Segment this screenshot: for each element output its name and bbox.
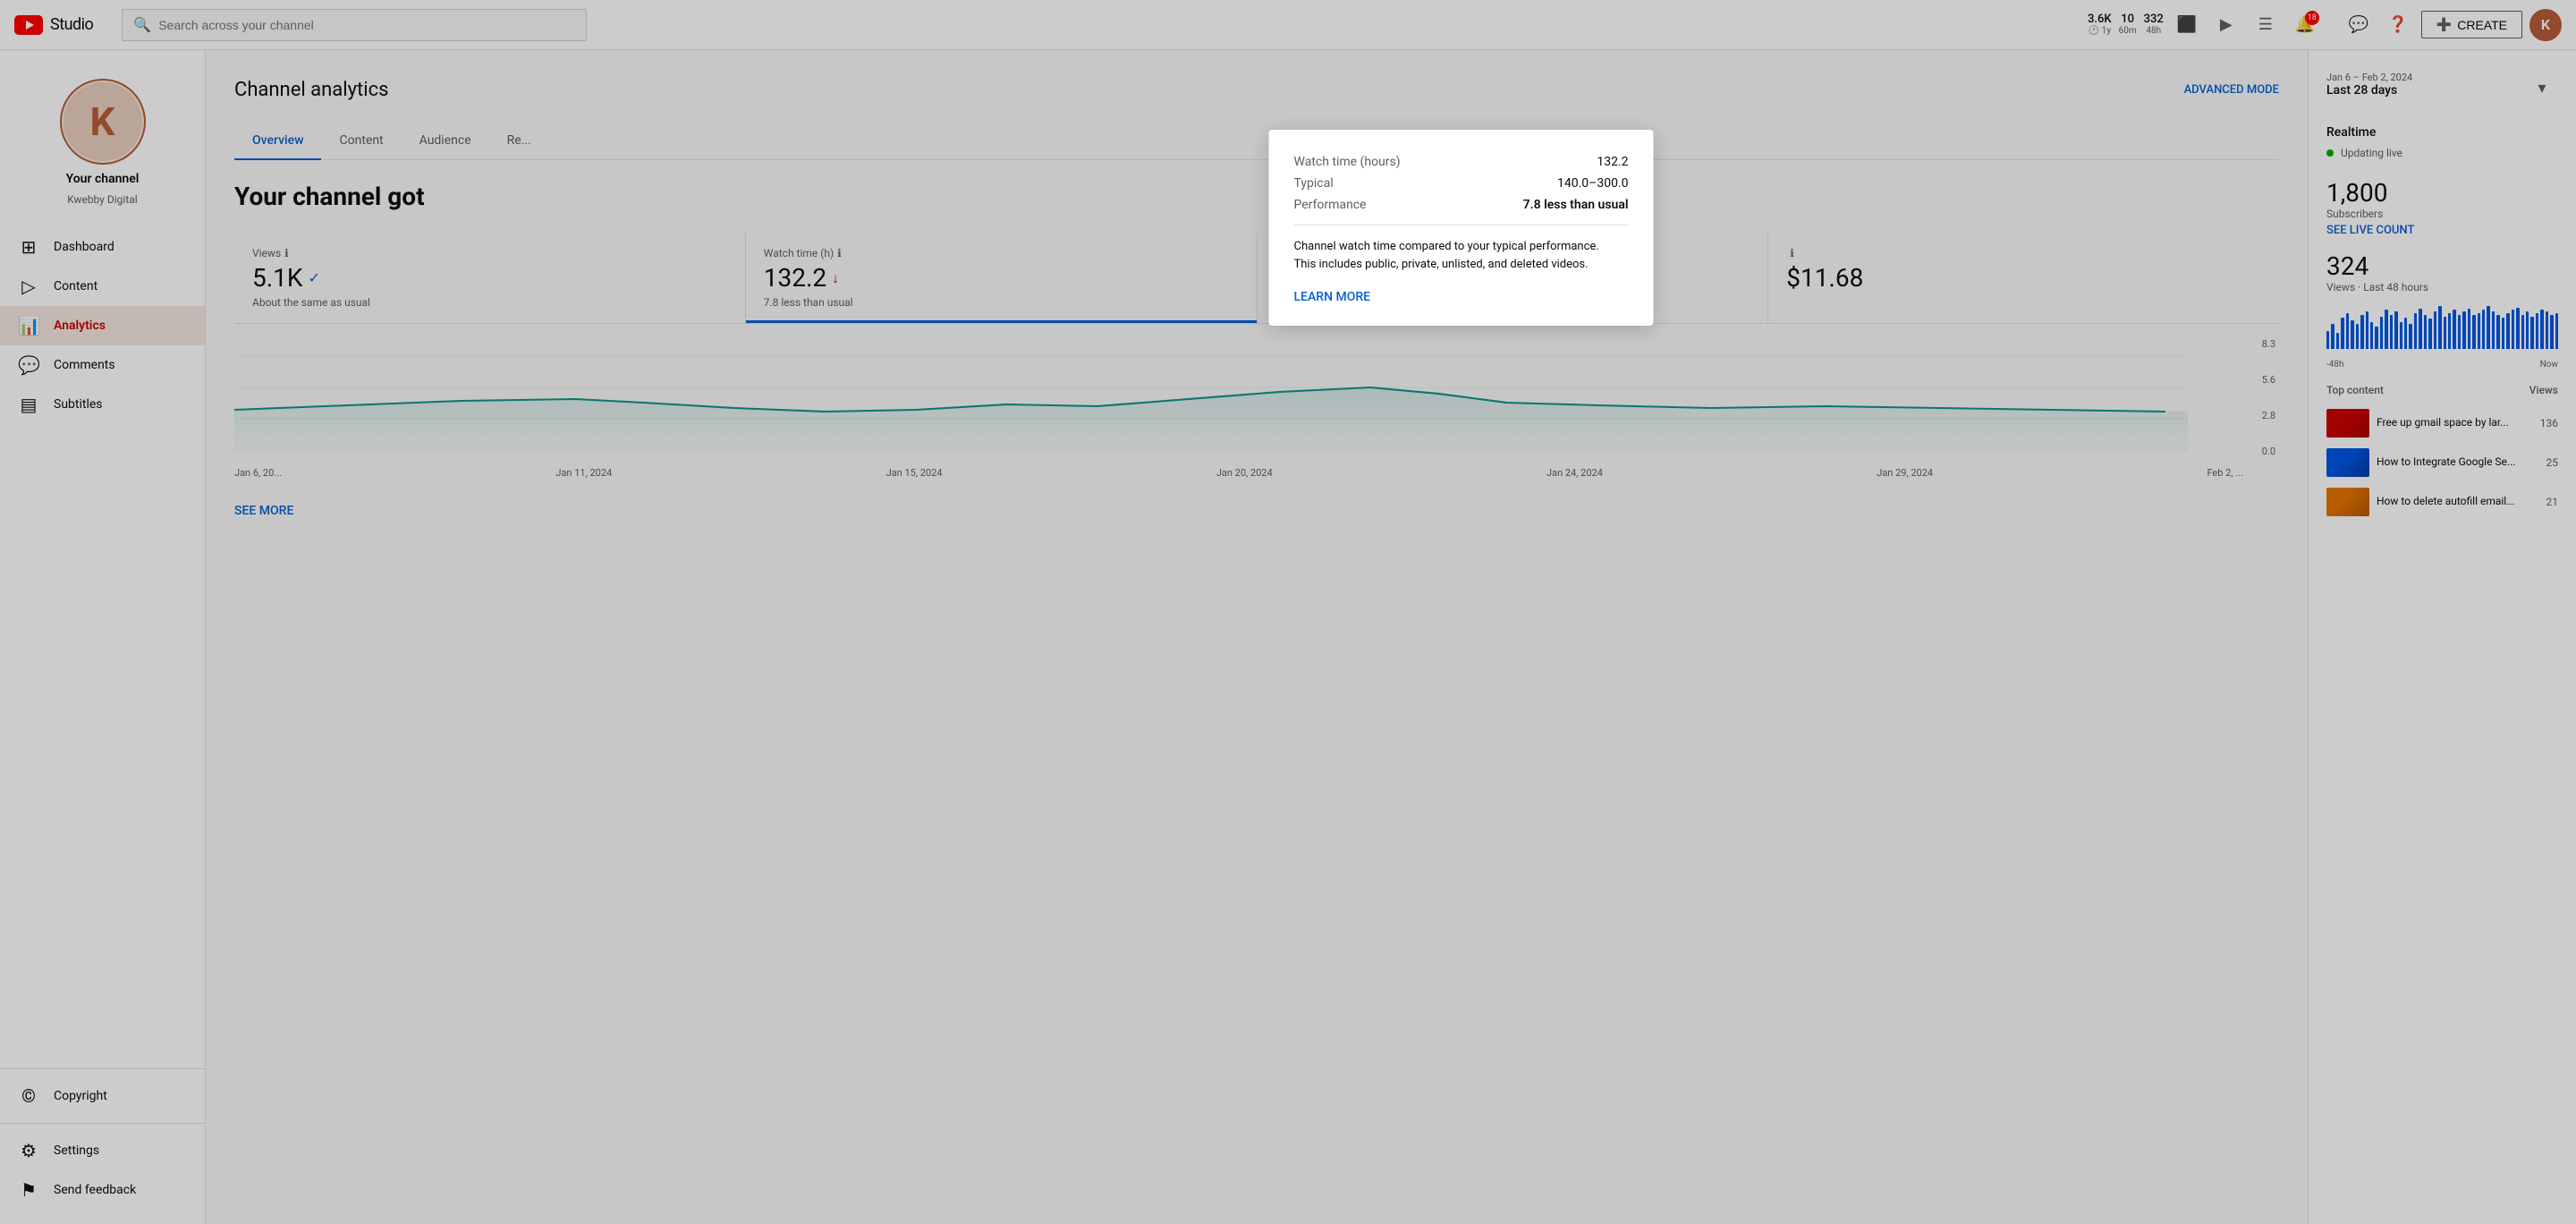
tooltip-typical-value: 140.0–300.0 (1557, 176, 1629, 191)
tooltip-performance-row: Performance 7.8 less than usual (1294, 198, 1629, 212)
tooltip-title-value: 132.2 (1597, 155, 1628, 169)
tooltip-performance-label: Performance (1294, 198, 1367, 212)
tooltip-performance-value: 7.8 less than usual (1523, 198, 1629, 212)
tooltip-typical-row: Typical 140.0–300.0 (1294, 176, 1629, 191)
tooltip-title-row: Watch time (hours) 132.2 (1294, 155, 1629, 169)
tooltip-typical-label: Typical (1294, 176, 1334, 191)
tooltip-card: Watch time (hours) 132.2 Typical 140.0–3… (1269, 130, 1654, 326)
learn-more-link[interactable]: LEARN MORE (1294, 290, 1371, 304)
tooltip-title-label: Watch time (hours) (1294, 155, 1401, 169)
tooltip-description: Channel watch time compared to your typi… (1294, 238, 1629, 273)
